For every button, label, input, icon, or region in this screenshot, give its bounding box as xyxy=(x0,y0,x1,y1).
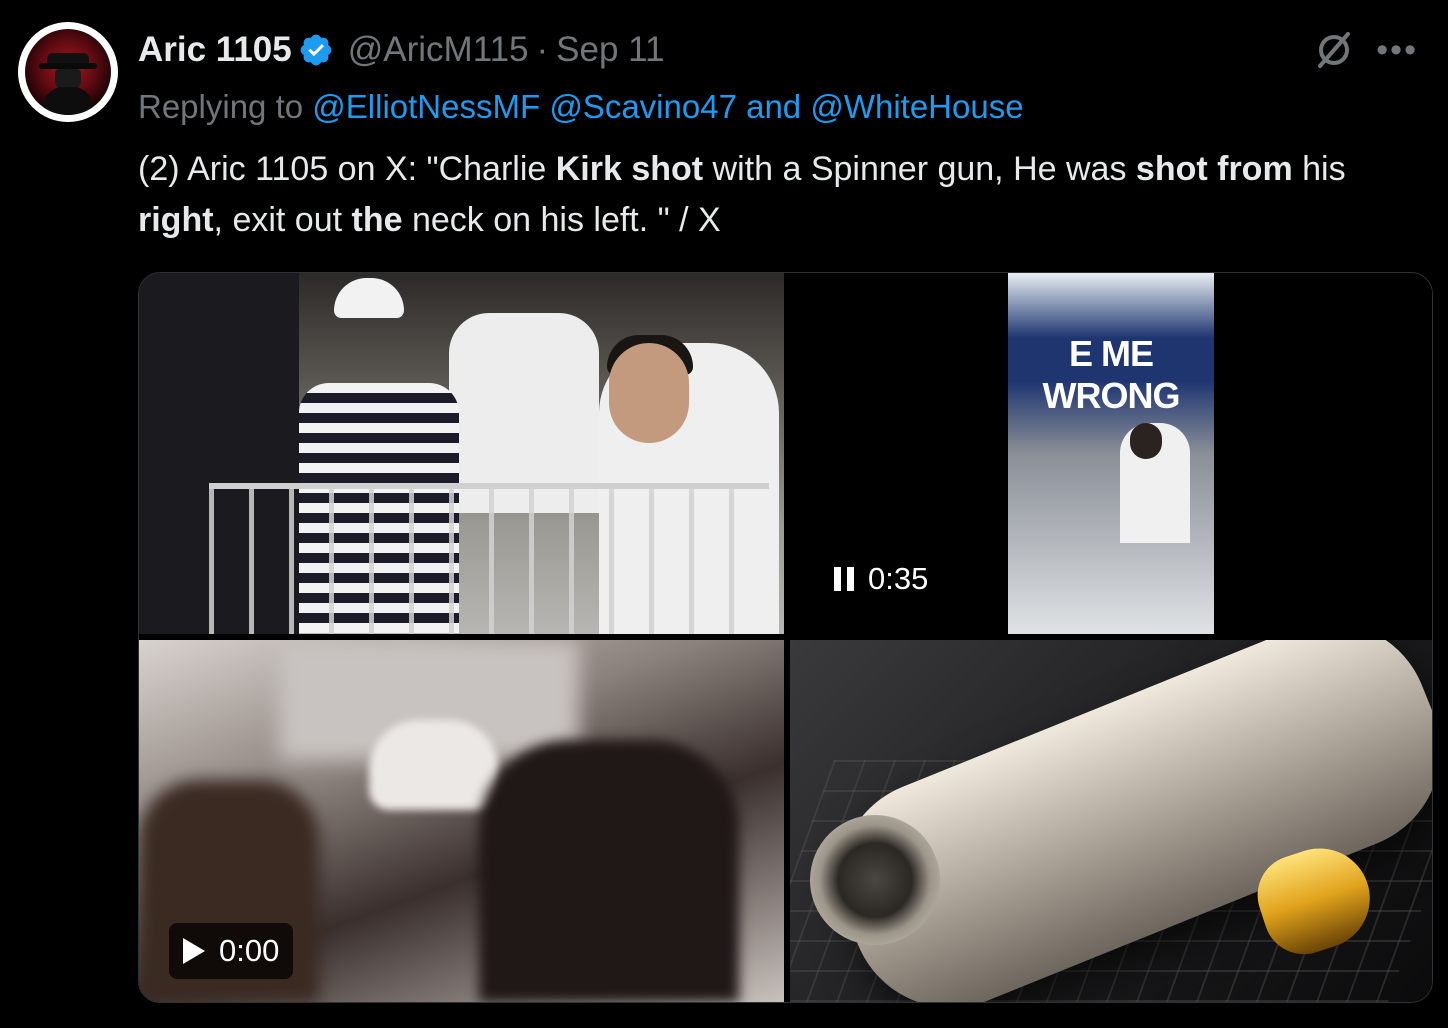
pause-icon[interactable] xyxy=(834,567,854,591)
author-handle[interactable]: @AricM115 xyxy=(348,30,529,70)
tweet-text-segment: his xyxy=(1292,150,1346,188)
tweet-text-segment: with a Spinner gun, He was xyxy=(703,150,1136,188)
tweet-text-segment: , exit out xyxy=(213,201,352,239)
reply-user-whitehouse[interactable]: @WhiteHouse xyxy=(810,88,1023,125)
media-video-2[interactable]: 0:00 xyxy=(139,640,784,1002)
media-image-2[interactable] xyxy=(790,640,1432,1002)
video-time-2: 0:00 xyxy=(219,933,280,968)
avatar[interactable] xyxy=(18,22,118,122)
tweet-text-bold-segment: shot from xyxy=(1135,150,1293,188)
video-timer-1[interactable]: 0:35 xyxy=(820,551,942,607)
reply-and[interactable]: and xyxy=(746,88,801,125)
verified-badge-icon[interactable] xyxy=(298,32,334,68)
tweet-text: (2) Aric 1105 on X: "Charlie Kirk shot w… xyxy=(138,144,1428,246)
avatar-image xyxy=(25,29,111,115)
reply-user-elliotnessmf[interactable]: @ElliotNessMF xyxy=(312,88,540,125)
tweet-date[interactable]: Sep 11 xyxy=(556,30,664,70)
tweet-actions-top: ••• xyxy=(1314,30,1418,70)
media-video-1[interactable]: E ME WRONG 0:35 xyxy=(790,273,1432,634)
tweet-text-segment: neck on his left. " / X xyxy=(402,201,721,239)
tweet-text-bold-segment: right xyxy=(138,201,214,239)
video-timer-2[interactable]: 0:00 xyxy=(169,923,294,979)
tweet-text-bold-segment: Kirk shot xyxy=(555,150,704,188)
tweet-text-segment: (2) Aric 1105 on X: "Charlie xyxy=(138,150,556,188)
replying-to: Replying to @ElliotNessMF @Scavino47 and… xyxy=(138,88,1024,126)
author-name[interactable]: Aric 1105 xyxy=(138,30,292,70)
separator-dot: · xyxy=(536,30,549,69)
reply-user-scavino47[interactable]: @Scavino47 xyxy=(549,88,737,125)
media-grid: E ME WRONG 0:35 0:00 xyxy=(138,272,1433,1003)
reply-prefix: Replying to xyxy=(138,88,304,125)
video-banner-text: E ME WRONG xyxy=(1042,333,1181,416)
play-icon[interactable] xyxy=(183,938,205,964)
tweet-text-bold-segment: the xyxy=(351,201,403,239)
grok-icon[interactable] xyxy=(1314,30,1354,70)
tweet-header: Aric 1105 @AricM115 · Sep 11 xyxy=(138,28,665,72)
media-image-1[interactable] xyxy=(139,273,784,634)
more-icon[interactable]: ••• xyxy=(1376,33,1418,67)
video-time-1: 0:35 xyxy=(868,561,929,596)
